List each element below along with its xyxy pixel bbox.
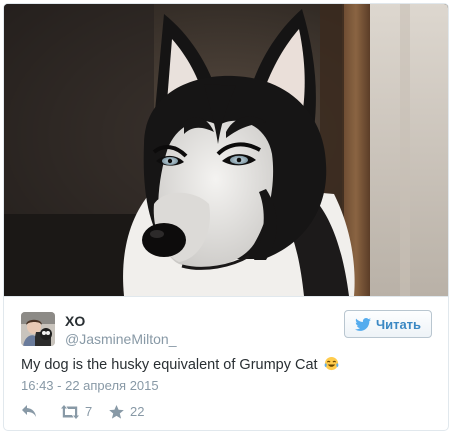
twitter-bird-icon: [354, 317, 371, 331]
star-icon: [109, 404, 124, 419]
tweet-photo[interactable]: [4, 4, 448, 297]
retweet-button[interactable]: 7: [61, 404, 92, 419]
retweet-icon: [61, 404, 79, 419]
reply-button[interactable]: [21, 404, 37, 418]
tweet-text: My dog is the husky equivalent of Grumpy…: [21, 356, 433, 373]
like-count: 22: [130, 404, 145, 419]
follow-button[interactable]: Читать: [344, 310, 432, 338]
tweet-timestamp[interactable]: 16:43 - 22 апреля 2015: [21, 378, 159, 393]
reply-arrow-icon: [22, 405, 36, 417]
tweet-card: XO @JasmineMilton_ Читать My dog is the …: [3, 3, 449, 431]
avatar-image: [21, 312, 55, 346]
author-handle[interactable]: @JasmineMilton_: [65, 331, 176, 347]
retweet-count: 7: [85, 404, 93, 419]
tears-of-joy-emoji: [324, 356, 338, 371]
author-name[interactable]: XO: [65, 313, 85, 329]
tweet-text-body: My dog is the husky equivalent of Grumpy…: [21, 357, 318, 373]
follow-label: Читать: [375, 316, 422, 332]
like-button[interactable]: 22: [109, 404, 144, 419]
husky-photo: [4, 4, 448, 296]
avatar[interactable]: [21, 312, 55, 346]
